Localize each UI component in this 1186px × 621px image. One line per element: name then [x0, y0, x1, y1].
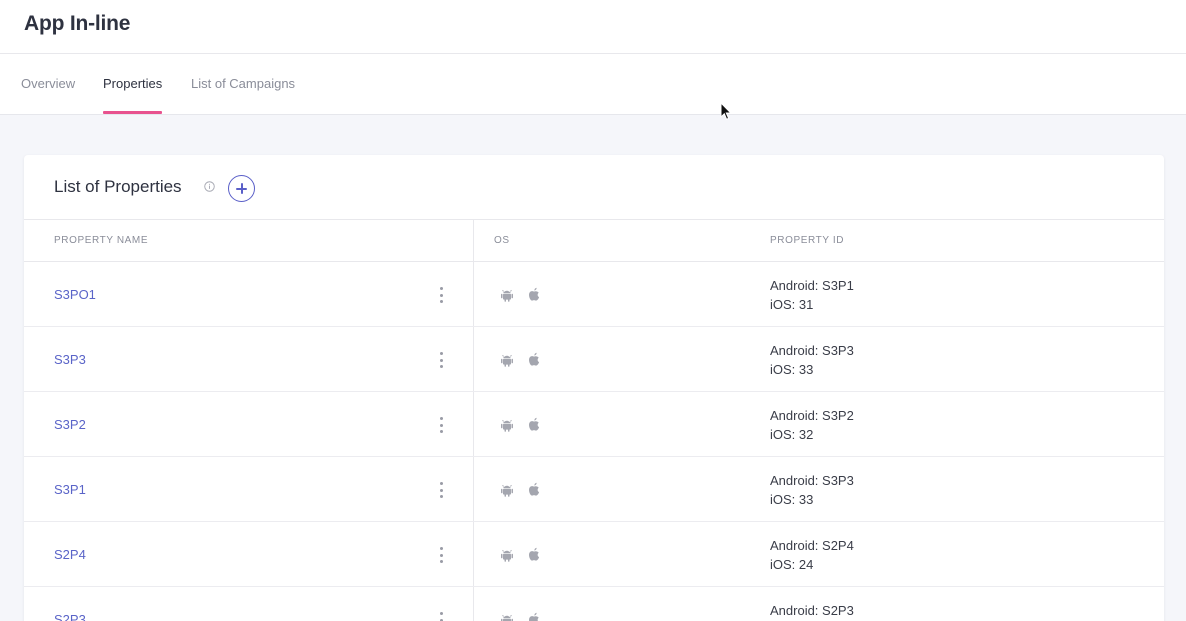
android-property-id: Android: S3P3 — [770, 343, 854, 358]
row-menu-icon[interactable] — [434, 545, 448, 565]
ios-property-id: iOS: 33 — [770, 492, 814, 507]
property-name-link[interactable]: S3PO1 — [54, 262, 96, 327]
column-header-os[interactable]: OS — [494, 220, 510, 262]
android-property-id: Android: S3P3 — [770, 473, 854, 488]
android-property-id: Android: S2P4 — [770, 538, 854, 553]
properties-card: List of Properties PROPERTY NAME OS PROP… — [24, 155, 1164, 621]
tab-properties[interactable]: Properties — [103, 54, 163, 114]
table-row: S3P3 Android: S3P3 iOS: 33 — [24, 327, 1164, 392]
mouse-cursor-icon — [720, 102, 732, 120]
column-header-property-name[interactable]: PROPERTY NAME — [54, 220, 148, 262]
row-menu-icon[interactable] — [434, 350, 448, 370]
property-id: Android: S2P4 iOS: 24 — [770, 536, 854, 574]
tab-overview[interactable]: Overview — [21, 54, 75, 114]
android-icon — [501, 549, 513, 562]
android-icon — [501, 354, 513, 367]
table-row: S3P2 Android: S3P2 iOS: 32 — [24, 392, 1164, 457]
row-menu-icon[interactable] — [434, 610, 448, 621]
property-name-link[interactable]: S3P3 — [54, 327, 86, 392]
table-row: S3P1 Android: S3P3 iOS: 33 — [24, 457, 1164, 522]
card-title: List of Properties — [54, 177, 182, 196]
apple-icon — [529, 612, 539, 621]
ios-property-id: iOS: 32 — [770, 427, 814, 442]
property-id: Android: S3P1 iOS: 31 — [770, 276, 854, 314]
ios-property-id: iOS: 24 — [770, 557, 814, 572]
row-menu-icon[interactable] — [434, 415, 448, 435]
android-icon — [501, 289, 513, 302]
apple-icon — [529, 417, 540, 431]
property-name-link[interactable]: S2P4 — [54, 522, 86, 587]
android-property-id: Android: S3P1 — [770, 278, 854, 293]
table-header: PROPERTY NAME OS PROPERTY ID — [24, 220, 1164, 262]
apple-icon — [529, 482, 540, 496]
column-header-property-id[interactable]: PROPERTY ID — [770, 220, 844, 262]
android-property-id: Android: S3P2 — [770, 408, 854, 423]
table-row: S2P4 Android: S2P4 iOS: 24 — [24, 522, 1164, 587]
android-icon — [501, 614, 513, 621]
android-icon — [501, 419, 513, 432]
info-circle-icon[interactable] — [204, 181, 215, 192]
android-property-id: Android: S2P3 — [770, 603, 854, 618]
add-property-button[interactable] — [228, 175, 255, 202]
property-id: Android: S3P3 iOS: 33 — [770, 471, 854, 509]
table-row: S3PO1 Android: S3P1 iOS: 31 — [24, 262, 1164, 327]
tab-list-of-campaigns[interactable]: List of Campaigns — [191, 54, 295, 114]
apple-icon — [529, 547, 540, 561]
table-row: S2P3 Android: S2P3 — [24, 587, 1164, 621]
property-id: Android: S3P3 iOS: 33 — [770, 341, 854, 379]
ios-property-id: iOS: 31 — [770, 297, 814, 312]
card-header: List of Properties — [24, 155, 1164, 220]
property-name-link[interactable]: S2P3 — [54, 587, 86, 621]
row-menu-icon[interactable] — [434, 480, 448, 500]
tab-bar: Overview Properties List of Campaigns — [0, 54, 1186, 115]
ios-property-id: iOS: 33 — [770, 362, 814, 377]
app-header: App In-line — [0, 0, 1186, 54]
apple-icon — [529, 352, 540, 366]
apple-icon — [529, 287, 540, 301]
android-icon — [501, 484, 513, 497]
property-id: Android: S3P2 iOS: 32 — [770, 406, 854, 444]
row-menu-icon[interactable] — [434, 285, 448, 305]
app-title: App In-line — [24, 12, 131, 35]
property-name-link[interactable]: S3P2 — [54, 392, 86, 457]
property-name-link[interactable]: S3P1 — [54, 457, 86, 522]
property-id: Android: S2P3 — [770, 601, 854, 620]
